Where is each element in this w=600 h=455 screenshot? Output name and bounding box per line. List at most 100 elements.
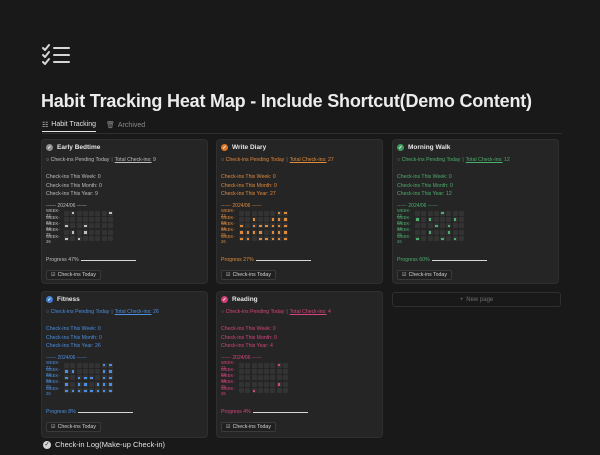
heatmap-cell: [82, 210, 88, 216]
heatmap-cell: [421, 217, 427, 223]
heatmap-cell: [239, 375, 244, 381]
heatmap-cell: [257, 388, 263, 394]
week-label: WEEK-26: [221, 233, 235, 244]
heatmap-cell: [108, 223, 114, 229]
checkin-today-button[interactable]: ☑ Check-ins Today: [221, 270, 276, 280]
heatmap-cell: [251, 375, 257, 381]
trash-icon: 🗑: [106, 122, 115, 129]
heatmap-cell: [427, 223, 433, 229]
month-stat-label: Check-ins This Month:: [46, 182, 98, 189]
heatmap-cell: [76, 369, 82, 375]
heatmap-cell: [95, 217, 101, 223]
checkbox-icon: ☑: [226, 424, 231, 430]
heatmap-cell: [251, 223, 257, 229]
new-page-button[interactable]: + New page: [392, 292, 561, 307]
checkin-today-button[interactable]: ☑ Check-ins Today: [397, 270, 452, 280]
habit-card[interactable]: ✓ Morning Walk ○ Check-ins Pending Today…: [392, 139, 559, 284]
status-line: ○ Check-ins Pending Today | Total Check-in…: [397, 157, 510, 163]
checkin-today-button[interactable]: ☑ Check-ins Today: [221, 422, 276, 432]
progress-label: Progress 47%: [46, 257, 79, 263]
month-stat: Check-ins This Month: 0: [221, 334, 277, 343]
heatmap-cell: [421, 223, 427, 229]
heatmap-cell: [264, 362, 270, 368]
checklist-icon: [42, 44, 70, 65]
checkbox-icon: ☑: [51, 272, 56, 278]
progress-bar: [77, 411, 133, 413]
page-title: Habit Tracking Heat Map - Include Shortc…: [41, 91, 532, 111]
heatmap-cell: [95, 375, 101, 381]
habit-card[interactable]: ✓ Write Diary ○ Check-ins Pending Today |…: [216, 139, 383, 284]
heatmap-cell: [433, 217, 439, 223]
habit-card[interactable]: ✓ Reading ○ Check-ins Pending Today | Tota…: [216, 291, 383, 438]
heatmap: WEEK-22 WEEK-23 WEEK-24 WEEK-25 WEEK-26: [221, 360, 289, 396]
heatmap-cell: [239, 362, 244, 368]
week-stat-label: Check-ins This Week:: [397, 174, 448, 180]
heatmap-cell: [283, 375, 289, 381]
tab-habit-tracking[interactable]: ☷ Habit Tracking: [42, 118, 97, 132]
heatmap-cell: [245, 236, 251, 242]
checkin-log-heading[interactable]: ✓ Check-in Log(Make-up Check-in): [43, 440, 165, 449]
heatmap-cell: [82, 375, 88, 381]
heatmap-cell: [245, 375, 251, 381]
heatmap-cell: [89, 210, 95, 216]
year-stat-label: Check-ins This Year:: [46, 191, 94, 197]
heatmap-cell: [251, 217, 257, 223]
year-stat-label: Check-ins This Year:: [221, 343, 269, 349]
heatmap-cell: [452, 236, 458, 242]
heatmap-cell: [270, 223, 276, 229]
week-stat: Check-ins This Week: 0: [46, 325, 102, 334]
heatmap-cell: [257, 236, 263, 242]
heatmap-cell: [101, 381, 107, 387]
heatmap-cell: [89, 362, 95, 368]
heatmap-cell: [251, 381, 257, 387]
heatmap-cell: [76, 217, 82, 223]
heatmap-cell: [452, 229, 458, 235]
heatmap-cell: [283, 388, 289, 394]
view-tabs: ☷ Habit Tracking 🗑 Archived: [42, 118, 145, 134]
heatmap-cell: [264, 210, 270, 216]
stats-block: Check-ins This Week: 0 Check-ins This Mo…: [46, 325, 102, 351]
heatmap-cell: [108, 236, 114, 242]
check-circle-icon: ✓: [43, 440, 51, 449]
heatmap-cell: [415, 210, 420, 216]
heatmap-cell: [257, 369, 263, 375]
week-stat: Check-ins This Week: 0: [397, 173, 453, 182]
tab-archived[interactable]: 🗑 Archived: [106, 118, 145, 132]
habit-card[interactable]: ✓ Fitness ○ Check-ins Pending Today | Tota…: [41, 291, 208, 438]
heatmap-cell: [459, 236, 465, 242]
year-stat-value: 12: [445, 191, 452, 197]
heatmap-cell: [239, 210, 244, 216]
month-stat: Check-ins This Month: 0: [397, 182, 453, 191]
checkin-button-label: Check-ins Today: [57, 424, 96, 430]
checkin-today-button[interactable]: ☑ Check-ins Today: [46, 270, 101, 280]
heatmap-cell: [276, 362, 282, 368]
heatmap-cell: [245, 217, 251, 223]
year-stat: Check-ins This Year: 9: [46, 190, 102, 199]
heatmap-cell: [76, 381, 82, 387]
heatmap-cell: [64, 217, 69, 223]
checkin-button-label: Check-ins Today: [408, 272, 447, 278]
heatmap-cell: [101, 229, 107, 235]
heatmap-cell: [101, 375, 107, 381]
heatmap-cell: [270, 210, 276, 216]
heatmap-cell: [257, 210, 263, 216]
heatmap-cell: [276, 369, 282, 375]
total-checkins-label: Total Check-ins:: [289, 157, 327, 163]
heatmap-cell: [276, 236, 282, 242]
heatmap-cell: [257, 381, 263, 387]
heatmap-cell: [459, 217, 465, 223]
card-title: ✓ Write Diary: [221, 144, 266, 151]
heatmap-cell: [76, 362, 82, 368]
pending-status: ○ Check-ins Pending Today: [397, 157, 461, 163]
month-stat-value: 0: [98, 182, 102, 189]
check-circle-icon: ✓: [221, 296, 228, 303]
total-checkins-value: 4: [328, 309, 331, 315]
heatmap-cell: [459, 229, 465, 235]
total-checkins-value: 27: [328, 157, 334, 163]
year-stat-value: 4: [269, 343, 273, 349]
progress: Progress 4%: [221, 409, 308, 415]
checkin-today-button[interactable]: ☑ Check-ins Today: [46, 422, 101, 432]
month-stat-label: Check-ins This Month:: [221, 182, 273, 189]
week-stat: Check-ins This Week: 0: [221, 173, 277, 182]
habit-card[interactable]: ✓ Early Bedtime ○ Check-ins Pending Toda…: [41, 139, 208, 284]
